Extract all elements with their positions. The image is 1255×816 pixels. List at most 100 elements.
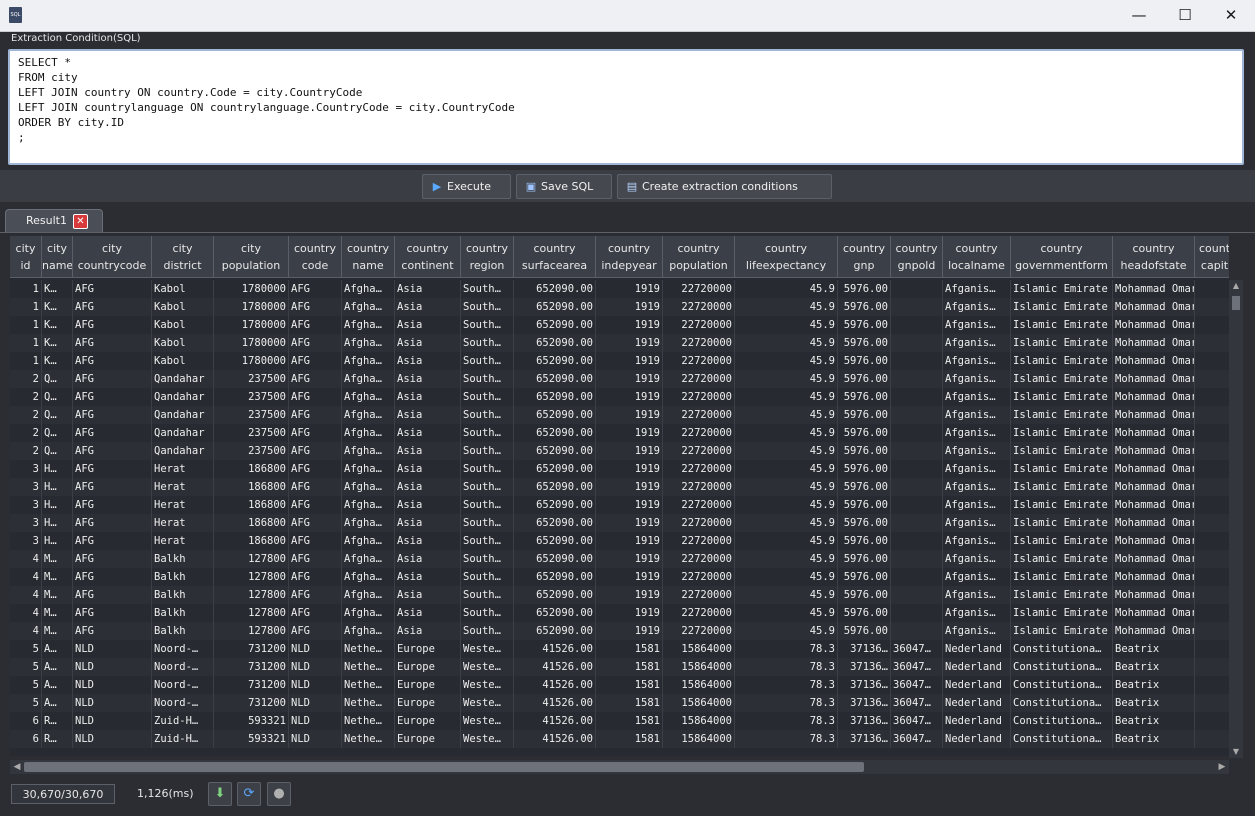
table-cell[interactable]: AFG	[73, 370, 152, 388]
close-button[interactable]: ✕	[1208, 0, 1254, 31]
table-cell[interactable]: 5	[10, 640, 42, 658]
table-cell[interactable]: AFG	[73, 550, 152, 568]
table-cell[interactable]: 5	[10, 694, 42, 712]
column-header[interactable]: country governmentform	[1011, 236, 1113, 278]
table-cell[interactable]: 22720000	[663, 478, 735, 496]
table-cell[interactable]: 15864000	[663, 712, 735, 730]
table-cell[interactable]: 731200	[214, 694, 289, 712]
table-cell[interactable]: 5976.00	[838, 406, 891, 424]
table-cell[interactable]: AFG	[73, 532, 152, 550]
table-cell[interactable]: 78.3	[735, 712, 838, 730]
table-cell[interactable]: 652090.00	[514, 424, 596, 442]
table-cell[interactable]	[1195, 334, 1229, 352]
export-icon[interactable]: ⬇	[208, 782, 232, 806]
table-cell[interactable]: 22720000	[663, 604, 735, 622]
table-cell[interactable]: 1919	[596, 280, 663, 298]
table-cell[interactable]: Asia	[395, 406, 461, 424]
table-cell[interactable]: 1780000	[214, 352, 289, 370]
table-cell[interactable]: Kabol	[152, 352, 214, 370]
table-row[interactable]: 2 Q… AFG Qandahar 237500 AFG Afgha… Asia South… 6…	[10, 442, 1229, 460]
table-cell[interactable]	[1195, 676, 1229, 694]
table-row[interactable]: 1 K… AFG Kabol 1780000 AFG Afgha… Asia South… 652…	[10, 280, 1229, 298]
table-row[interactable]: 3 H… AFG Herat 186800 AFG Afgha… Asia South… 6520…	[10, 496, 1229, 514]
table-cell[interactable]: Afganis…	[943, 424, 1011, 442]
table-cell[interactable]: Mohammad Omar	[1113, 424, 1195, 442]
table-cell[interactable]: 41526.00	[514, 712, 596, 730]
column-header[interactable]: country region	[461, 236, 514, 278]
column-header[interactable]: country gnpold	[891, 236, 943, 278]
table-cell[interactable]	[891, 298, 943, 316]
table-cell[interactable]: 36047…	[891, 658, 943, 676]
table-cell[interactable]: 45.9	[735, 316, 838, 334]
table-cell[interactable]: 3	[10, 532, 42, 550]
table-cell[interactable]	[891, 406, 943, 424]
table-cell[interactable]: Q…	[42, 406, 73, 424]
create-extraction-button[interactable]: ▤ Create extraction conditions	[617, 174, 832, 199]
table-cell[interactable]: Afgha…	[342, 550, 395, 568]
table-cell[interactable]: South…	[461, 280, 514, 298]
table-cell[interactable]: Mohammad Omar	[1113, 352, 1195, 370]
column-header[interactable]: country surfacearea	[514, 236, 596, 278]
table-cell[interactable]: Weste…	[461, 694, 514, 712]
column-header[interactable]: city population	[214, 236, 289, 278]
table-cell[interactable]: Nederland	[943, 694, 1011, 712]
table-cell[interactable]: 1	[10, 280, 42, 298]
table-cell[interactable]: 1780000	[214, 280, 289, 298]
table-cell[interactable]: 15864000	[663, 730, 735, 748]
table-cell[interactable]: 22720000	[663, 298, 735, 316]
table-cell[interactable]: AFG	[73, 460, 152, 478]
table-cell[interactable]: 45.9	[735, 514, 838, 532]
table-cell[interactable]: NLD	[73, 694, 152, 712]
table-cell[interactable]: 1581	[596, 730, 663, 748]
table-cell[interactable]: Qandahar	[152, 370, 214, 388]
table-cell[interactable]: Islamic Emirate	[1011, 406, 1113, 424]
table-cell[interactable]: K…	[42, 316, 73, 334]
table-cell[interactable]: Weste…	[461, 730, 514, 748]
table-cell[interactable]: Mohammad Omar	[1113, 604, 1195, 622]
table-cell[interactable]: Nethe…	[342, 694, 395, 712]
table-cell[interactable]: Afgha…	[342, 316, 395, 334]
table-cell[interactable]: 2	[10, 388, 42, 406]
table-cell[interactable]: 1780000	[214, 334, 289, 352]
table-cell[interactable]: Asia	[395, 550, 461, 568]
table-cell[interactable]: AFG	[73, 604, 152, 622]
table-cell[interactable]: Qandahar	[152, 442, 214, 460]
table-cell[interactable]: 45.9	[735, 568, 838, 586]
table-cell[interactable]: 127800	[214, 604, 289, 622]
table-cell[interactable]: 45.9	[735, 586, 838, 604]
table-cell[interactable]: 45.9	[735, 298, 838, 316]
table-cell[interactable]: Asia	[395, 586, 461, 604]
table-cell[interactable]: Qandahar	[152, 388, 214, 406]
table-row[interactable]: 4 M… AFG Balkh 127800 AFG Afgha… Asia South… 6520…	[10, 550, 1229, 568]
table-cell[interactable]: NLD	[289, 730, 342, 748]
column-header[interactable]: country continent	[395, 236, 461, 278]
table-cell[interactable]: 45.9	[735, 622, 838, 640]
table-cell[interactable]: A…	[42, 694, 73, 712]
table-cell[interactable]	[891, 568, 943, 586]
table-cell[interactable]: Afgha…	[342, 352, 395, 370]
table-row[interactable]: 3 H… AFG Herat 186800 AFG Afgha… Asia South… 6520…	[10, 514, 1229, 532]
table-cell[interactable]: 5	[10, 676, 42, 694]
table-cell[interactable]: M…	[42, 550, 73, 568]
table-cell[interactable]	[891, 550, 943, 568]
table-cell[interactable]: 1919	[596, 334, 663, 352]
table-cell[interactable]: 5976.00	[838, 550, 891, 568]
table-cell[interactable]: 1919	[596, 586, 663, 604]
table-cell[interactable]: Afgha…	[342, 478, 395, 496]
table-cell[interactable]: South…	[461, 298, 514, 316]
table-cell[interactable]: 37136…	[838, 730, 891, 748]
sql-editor[interactable]: SELECT * FROM city LEFT JOIN country ON …	[8, 49, 1244, 165]
table-cell[interactable]	[891, 316, 943, 334]
table-cell[interactable]: K…	[42, 298, 73, 316]
table-cell[interactable]: Afgha…	[342, 424, 395, 442]
table-cell[interactable]: South…	[461, 586, 514, 604]
table-cell[interactable]: South…	[461, 478, 514, 496]
table-cell[interactable]: Nederland	[943, 712, 1011, 730]
table-cell[interactable]: AFG	[289, 622, 342, 640]
table-cell[interactable]: Islamic Emirate	[1011, 496, 1113, 514]
table-cell[interactable]: 78.3	[735, 694, 838, 712]
table-cell[interactable]: Beatrix	[1113, 640, 1195, 658]
table-cell[interactable]: 652090.00	[514, 334, 596, 352]
table-cell[interactable]: Kabol	[152, 298, 214, 316]
table-cell[interactable]: Asia	[395, 478, 461, 496]
